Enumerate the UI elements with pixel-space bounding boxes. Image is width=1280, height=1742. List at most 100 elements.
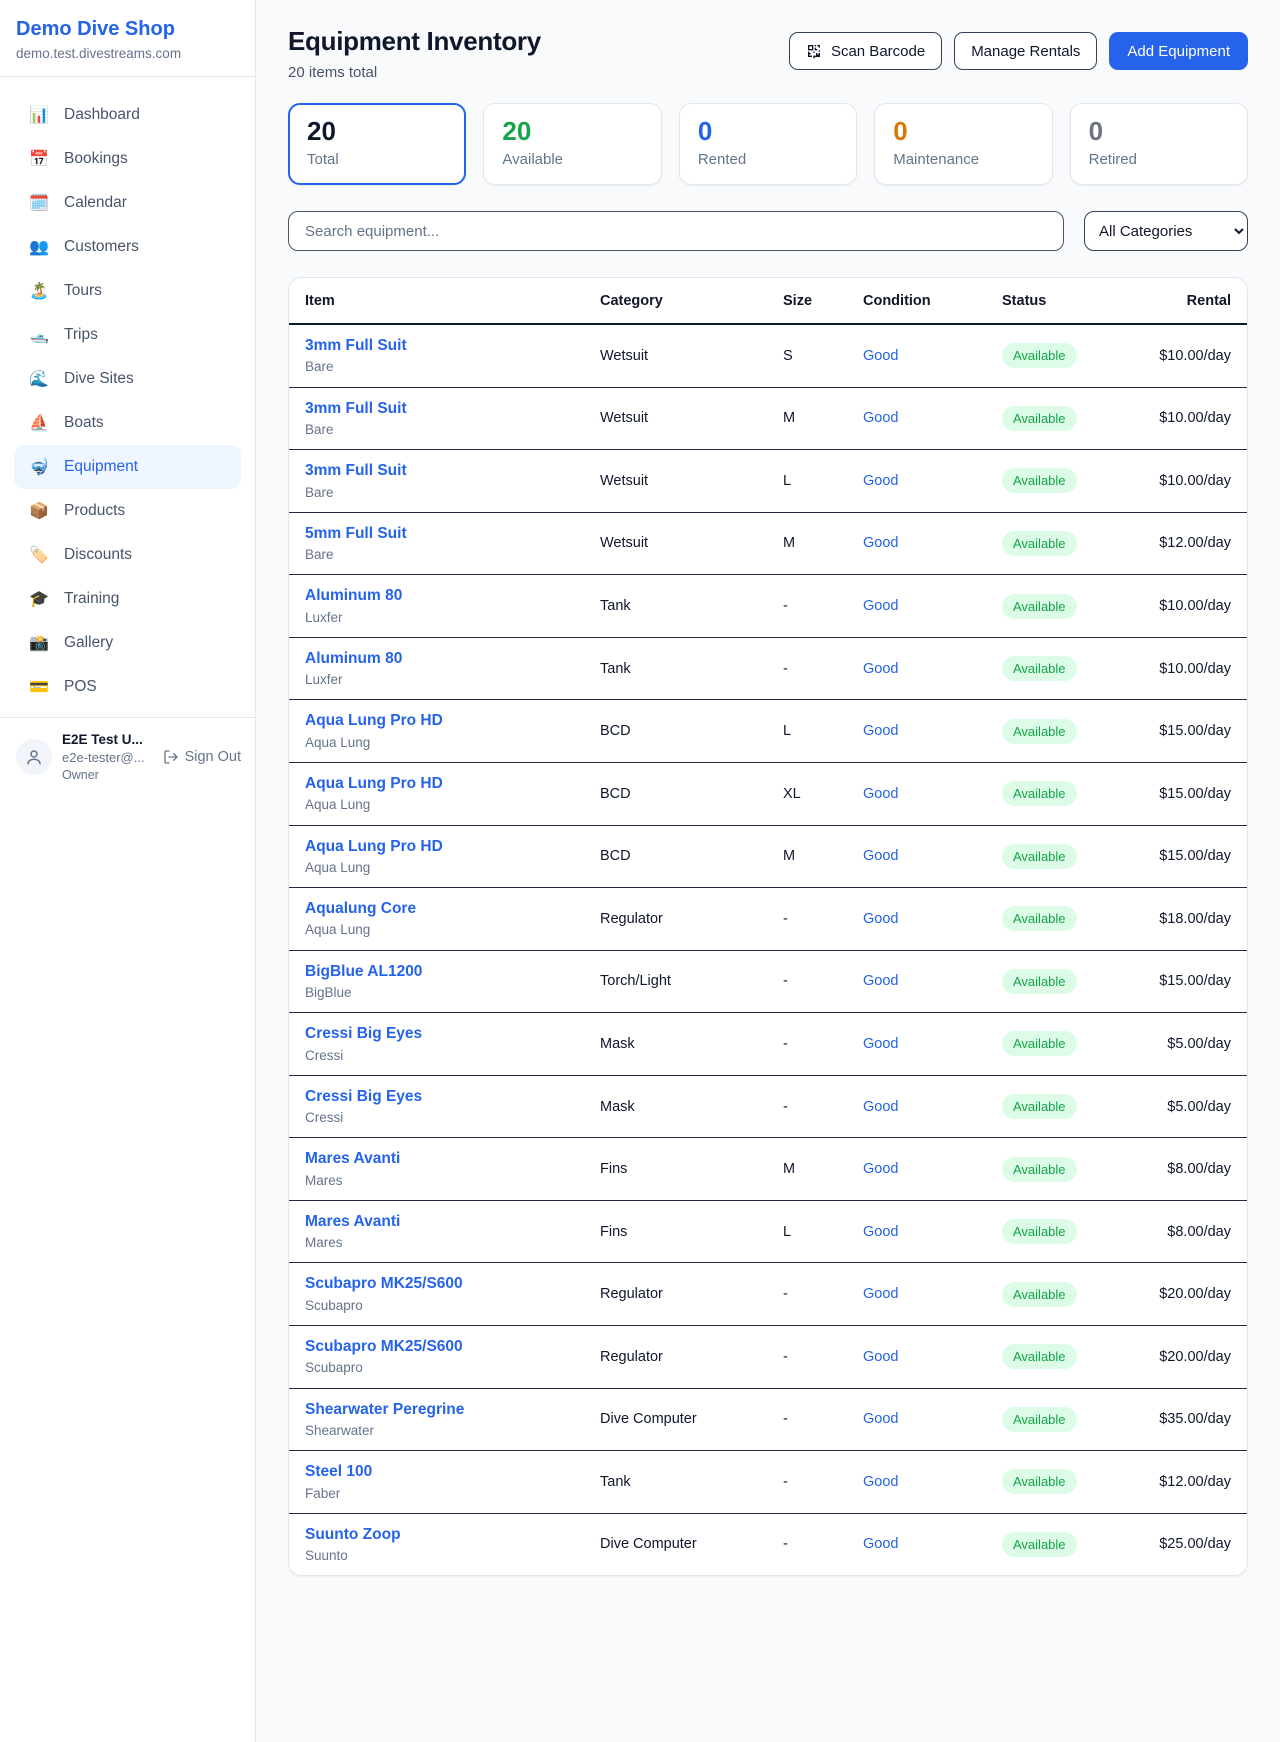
condition-link[interactable]: Good: [863, 535, 898, 551]
item-brand: Bare: [305, 485, 568, 501]
sidebar-item-trips[interactable]: 🛥️ Trips: [14, 313, 241, 357]
item-name-link[interactable]: 3mm Full Suit: [305, 399, 568, 418]
nav-item-label: Boats: [64, 414, 104, 432]
condition-link[interactable]: Good: [863, 973, 898, 989]
sidebar-item-training[interactable]: 🎓 Training: [14, 577, 241, 621]
brand-domain: demo.test.divestreams.com: [16, 46, 239, 61]
size-cell: L: [767, 450, 847, 513]
item-name-link[interactable]: Aluminum 80: [305, 649, 568, 668]
condition-link[interactable]: Good: [863, 598, 898, 614]
item-name-link[interactable]: Cressi Big Eyes: [305, 1024, 568, 1043]
size-cell: -: [767, 1326, 847, 1389]
sidebar-item-dashboard[interactable]: 📊 Dashboard: [14, 93, 241, 137]
condition-link[interactable]: Good: [863, 348, 898, 364]
condition-link[interactable]: Good: [863, 1411, 898, 1427]
condition-link[interactable]: Good: [863, 1349, 898, 1365]
stat-card-total[interactable]: 20 Total: [288, 103, 466, 185]
condition-link[interactable]: Good: [863, 1474, 898, 1490]
item-name-link[interactable]: BigBlue AL1200: [305, 962, 568, 981]
item-name-link[interactable]: Mares Avanti: [305, 1212, 568, 1231]
calendar-icon: 🗓️: [28, 193, 50, 213]
page-title: Equipment Inventory: [288, 26, 541, 57]
condition-link[interactable]: Good: [863, 911, 898, 927]
status-cell: Available: [986, 888, 1129, 951]
condition-link[interactable]: Good: [863, 410, 898, 426]
user-section: E2E Test U... e2e-tester@... Owner Sign …: [0, 717, 255, 796]
item-name-link[interactable]: Aqua Lung Pro HD: [305, 774, 568, 793]
sidebar-item-equipment[interactable]: 🤿 Equipment: [14, 445, 241, 489]
trips-boat-icon: 🛥️: [28, 325, 50, 345]
rental-price: $10.00/day: [1129, 450, 1247, 513]
item-name-link[interactable]: Mares Avanti: [305, 1149, 568, 1168]
stat-card-rented[interactable]: 0 Rented: [679, 103, 857, 185]
sidebar-item-tours[interactable]: 🏝️ Tours: [14, 269, 241, 313]
item-name-link[interactable]: Steel 100: [305, 1462, 568, 1481]
item-name-link[interactable]: Scubapro MK25/S600: [305, 1274, 568, 1293]
stat-value: 20: [502, 117, 642, 146]
condition-link[interactable]: Good: [863, 1224, 898, 1240]
condition-link[interactable]: Good: [863, 1036, 898, 1052]
sidebar-item-calendar[interactable]: 🗓️ Calendar: [14, 181, 241, 225]
search-input[interactable]: [288, 211, 1064, 251]
item-brand: Bare: [305, 547, 568, 563]
stat-card-retired[interactable]: 0 Retired: [1070, 103, 1248, 185]
item-cell: Mares Avanti Mares: [289, 1138, 584, 1201]
item-name-link[interactable]: Scubapro MK25/S600: [305, 1337, 568, 1356]
add-equipment-button[interactable]: Add Equipment: [1109, 32, 1248, 70]
gallery-camera-icon: 📸: [28, 633, 50, 653]
size-cell: M: [767, 1138, 847, 1201]
item-name-link[interactable]: 3mm Full Suit: [305, 336, 568, 355]
sidebar-item-customers[interactable]: 👥 Customers: [14, 225, 241, 269]
condition-link[interactable]: Good: [863, 1099, 898, 1115]
item-brand: Aqua Lung: [305, 735, 568, 751]
item-name-link[interactable]: 3mm Full Suit: [305, 461, 568, 480]
size-cell: -: [767, 1013, 847, 1076]
sidebar-item-gallery[interactable]: 📸 Gallery: [14, 621, 241, 665]
condition-link[interactable]: Good: [863, 1536, 898, 1552]
table-row: Aqua Lung Pro HD Aqua Lung BCD L Good Av…: [289, 700, 1247, 763]
pos-card-icon: 💳: [28, 677, 50, 697]
item-cell: Aqualung Core Aqua Lung: [289, 888, 584, 951]
item-name-link[interactable]: Cressi Big Eyes: [305, 1087, 568, 1106]
category-cell: Tank: [584, 1451, 767, 1514]
stat-card-available[interactable]: 20 Available: [483, 103, 661, 185]
sidebar-item-pos[interactable]: 💳 POS: [14, 665, 241, 709]
item-name-link[interactable]: 5mm Full Suit: [305, 524, 568, 543]
manage-rentals-button[interactable]: Manage Rentals: [954, 32, 1097, 70]
sidebar-item-boats[interactable]: ⛵ Boats: [14, 401, 241, 445]
item-name-link[interactable]: Aqua Lung Pro HD: [305, 711, 568, 730]
sidebar-item-discounts[interactable]: 🏷️ Discounts: [14, 533, 241, 577]
page-title-block: Equipment Inventory 20 items total: [288, 26, 541, 81]
scan-barcode-button[interactable]: Scan Barcode: [789, 32, 942, 70]
item-name-link[interactable]: Aqualung Core: [305, 899, 568, 918]
item-name-link[interactable]: Shearwater Peregrine: [305, 1400, 568, 1419]
page-header: Equipment Inventory 20 items total Scan …: [288, 26, 1248, 81]
item-cell: Aqua Lung Pro HD Aqua Lung: [289, 825, 584, 888]
item-cell: Scubapro MK25/S600 Scubapro: [289, 1263, 584, 1326]
condition-link[interactable]: Good: [863, 473, 898, 489]
item-name-link[interactable]: Suunto Zoop: [305, 1525, 568, 1544]
sidebar-item-bookings[interactable]: 📅 Bookings: [14, 137, 241, 181]
condition-link[interactable]: Good: [863, 786, 898, 802]
item-cell: Steel 100 Faber: [289, 1451, 584, 1514]
condition-link[interactable]: Good: [863, 661, 898, 677]
column-header-rental: Rental: [1129, 278, 1247, 324]
stats-row: 20 Total 20 Available 0 Rented 0 Mainten…: [288, 103, 1248, 185]
item-cell: Cressi Big Eyes Cressi: [289, 1013, 584, 1076]
condition-link[interactable]: Good: [863, 1286, 898, 1302]
sidebar: Demo Dive Shop demo.test.divestreams.com…: [0, 0, 256, 1742]
category-select[interactable]: All Categories: [1084, 211, 1248, 251]
stat-card-maintenance[interactable]: 0 Maintenance: [874, 103, 1052, 185]
brand-name[interactable]: Demo Dive Shop: [16, 18, 239, 41]
category-cell: Wetsuit: [584, 450, 767, 513]
sign-out-button[interactable]: Sign Out: [163, 749, 241, 765]
item-name-link[interactable]: Aqua Lung Pro HD: [305, 837, 568, 856]
item-name-link[interactable]: Aluminum 80: [305, 586, 568, 605]
sidebar-item-products[interactable]: 📦 Products: [14, 489, 241, 533]
status-badge: Available: [1002, 1219, 1077, 1244]
condition-link[interactable]: Good: [863, 723, 898, 739]
sidebar-item-dive-sites[interactable]: 🌊 Dive Sites: [14, 357, 241, 401]
item-brand: Bare: [305, 422, 568, 438]
condition-link[interactable]: Good: [863, 1161, 898, 1177]
condition-link[interactable]: Good: [863, 848, 898, 864]
